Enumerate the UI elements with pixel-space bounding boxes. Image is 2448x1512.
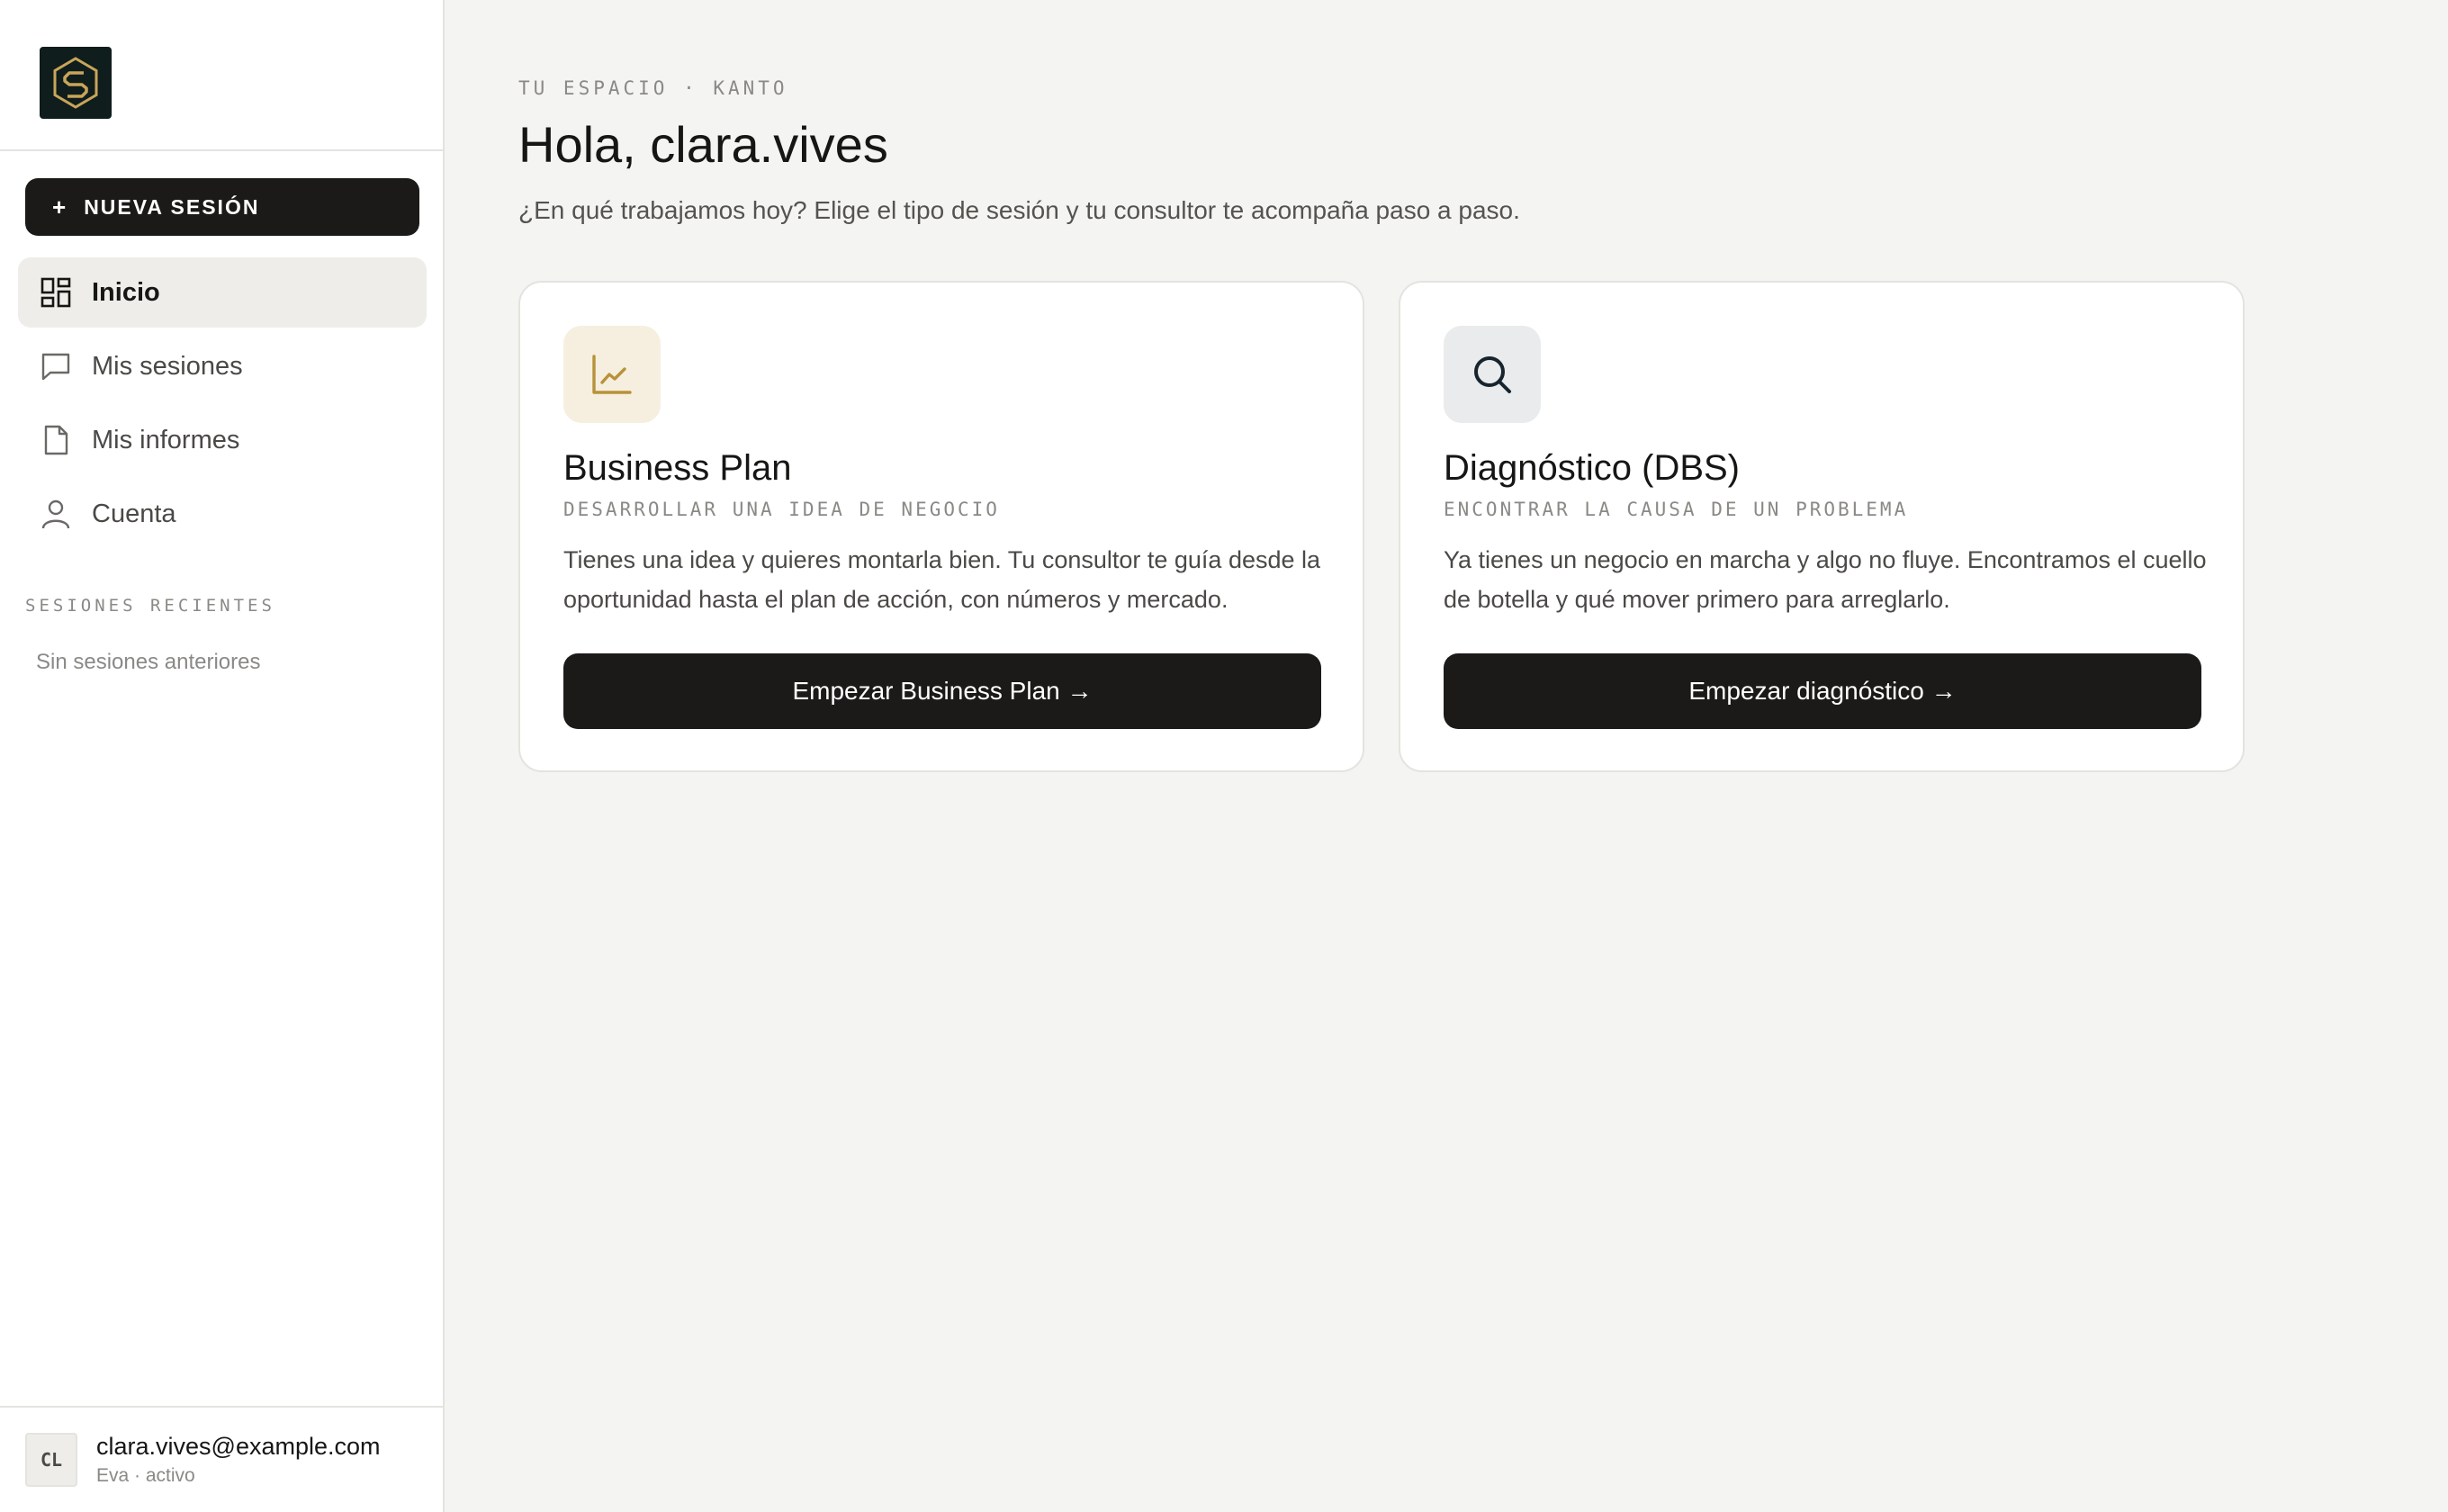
logo-area [0,0,443,151]
app-logo[interactable] [40,47,112,119]
sidebar-item-label: Mis sesiones [92,351,243,381]
user-status: Eva · activo [96,1465,195,1486]
recent-sessions-heading: SESIONES RECIENTES [25,596,275,616]
plus-icon: + [52,193,68,220]
user-email: clara.vives@example.com [96,1433,381,1460]
sidebar-item-inicio[interactable]: Inicio [18,257,427,328]
sidebar-item-mis-sesiones[interactable]: Mis sesiones [18,331,427,401]
avatar: CL [25,1433,77,1487]
card-description: Tienes una idea y quieres montarla bien.… [563,546,1321,613]
card-title: Diagnóstico (DBS) [1444,448,1741,488]
chart-icon [563,326,661,423]
workspace-kicker: TU ESPACIO · KANTO [518,77,788,99]
card-tagline: DESARROLLAR UNA IDEA DE NEGOCIO [563,499,1000,520]
sidebar-item-label: Inicio [92,277,160,307]
dashboard-icon [40,276,72,309]
search-icon [1444,326,1541,423]
sidebar-item-mis-informes[interactable]: Mis informes [18,405,427,475]
new-session-label: NUEVA SESIÓN [84,194,260,219]
diagnostic-card: Diagnóstico (DBS) ENCONTRAR LA CAUSA DE … [1399,281,2245,772]
chat-bubble-icon [40,350,72,382]
start-business-plan-button[interactable]: Empezar Business Plan → [563,653,1321,729]
sidebar: + NUEVA SESIÓN Inicio Mis sesiones Mis i… [0,0,445,1512]
page-title: Hola, clara.vives [518,116,888,173]
card-tagline: ENCONTRAR LA CAUSA DE UN PROBLEMA [1444,499,1909,520]
document-icon [40,424,72,456]
sidebar-nav: Inicio Mis sesiones Mis informes Cuenta [18,257,427,553]
sidebar-item-label: Mis informes [92,425,240,454]
sidebar-item-cuenta[interactable]: Cuenta [18,479,427,549]
start-diagnostic-button[interactable]: Empezar diagnóstico → [1444,653,2201,729]
card-description: Ya tienes un negocio en marcha y algo no… [1444,546,2207,613]
business-plan-card: Business Plan DESARROLLAR UNA IDEA DE NE… [518,281,1364,772]
user-profile[interactable]: CL clara.vives@example.com Eva · activo [0,1406,443,1512]
sidebar-item-label: Cuenta [92,499,176,528]
user-icon [40,498,72,530]
card-title: Business Plan [563,448,792,488]
new-session-button[interactable]: + NUEVA SESIÓN [25,178,419,236]
page-subtitle: ¿En qué trabajamos hoy? Elige el tipo de… [518,196,1520,224]
recent-sessions-empty: Sin sesiones anteriores [36,650,261,674]
